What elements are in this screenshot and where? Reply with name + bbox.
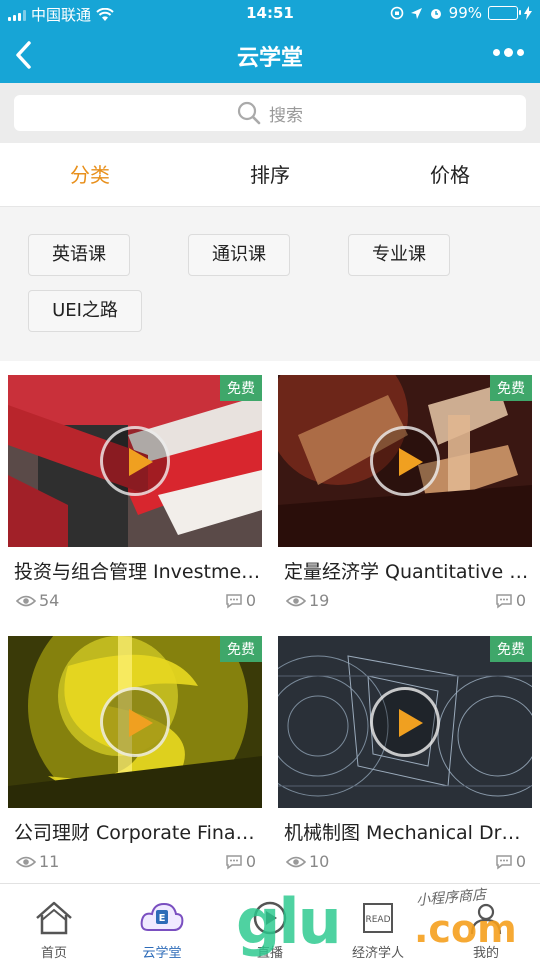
eye-icon bbox=[286, 856, 306, 867]
course-title[interactable]: 定量经济学 Quantitative Economics bbox=[284, 557, 532, 584]
view-count: 19 bbox=[286, 591, 329, 610]
tab-cloud-class-label: 云学堂 bbox=[142, 946, 182, 960]
page-title: 云学堂 bbox=[236, 46, 303, 71]
e-learning-icon: E bbox=[140, 902, 184, 931]
tab-live-label: 直播 bbox=[256, 946, 283, 960]
user-icon bbox=[470, 903, 502, 935]
comment-icon bbox=[496, 593, 512, 608]
navbar: 云学堂 bbox=[0, 28, 540, 83]
free-badge: 免费 bbox=[490, 375, 532, 401]
view-count: 10 bbox=[286, 852, 329, 871]
tab-home[interactable]: 首页 bbox=[0, 884, 108, 960]
svg-text:E: E bbox=[159, 913, 166, 924]
filter-tabs: 分类 排序 价格 bbox=[0, 143, 540, 207]
comment-count: 0 bbox=[225, 591, 256, 610]
free-badge: 免费 bbox=[490, 636, 532, 662]
search-icon bbox=[237, 101, 261, 125]
comment-icon bbox=[226, 854, 242, 869]
chip-uei[interactable]: UEI之路 bbox=[28, 290, 142, 332]
read-icon: READ bbox=[363, 903, 393, 933]
course-title[interactable]: 公司理财 Corporate Finance bbox=[14, 818, 262, 845]
course-thumbnail[interactable]: 免费 bbox=[278, 375, 532, 547]
course-card[interactable]: 免费 投资与组合管理 Investment and Portfolio Mana… bbox=[8, 375, 262, 625]
charging-icon bbox=[524, 6, 532, 20]
comment-icon bbox=[496, 854, 512, 869]
tab-home-label: 首页 bbox=[40, 946, 67, 960]
chip-general[interactable]: 通识课 bbox=[188, 234, 290, 276]
free-badge: 免费 bbox=[220, 375, 262, 401]
svg-text:READ: READ bbox=[365, 915, 390, 925]
comment-icon bbox=[226, 593, 242, 608]
location-icon bbox=[410, 7, 422, 19]
chip-major[interactable]: 专业课 bbox=[348, 234, 450, 276]
comment-count: 0 bbox=[495, 852, 526, 871]
tab-price[interactable]: 价格 bbox=[360, 143, 540, 206]
chip-english[interactable]: 英语课 bbox=[28, 234, 130, 276]
tab-cloud-class[interactable]: E 云学堂 bbox=[108, 884, 216, 960]
search-placeholder: 搜索 bbox=[269, 105, 303, 126]
eye-icon bbox=[16, 856, 36, 867]
course-grid: 免费 投资与组合管理 Investment and Portfolio Mana… bbox=[0, 361, 540, 883]
play-icon[interactable] bbox=[100, 687, 170, 757]
search-input[interactable]: 搜索 bbox=[14, 95, 526, 131]
rotation-lock-icon bbox=[390, 6, 403, 20]
tab-live[interactable]: 直播 bbox=[216, 884, 324, 960]
tab-me[interactable]: 我的 bbox=[432, 884, 540, 960]
course-title[interactable]: 机械制图 Mechanical Drawing bbox=[284, 818, 532, 845]
live-icon bbox=[253, 901, 287, 935]
course-card[interactable]: 免费 定量经济学 Quantitative Economics 19 0 bbox=[278, 375, 532, 625]
home-icon bbox=[36, 901, 72, 935]
comment-count: 0 bbox=[225, 852, 256, 871]
app-header: 中国联通 14:51 99% 云学堂 bbox=[0, 0, 540, 83]
view-count: 54 bbox=[16, 591, 59, 610]
comment-count: 0 bbox=[495, 591, 526, 610]
tab-me-label: 我的 bbox=[472, 946, 499, 960]
play-icon[interactable] bbox=[370, 426, 440, 496]
course-thumbnail[interactable]: 免费 bbox=[278, 636, 532, 808]
alarm-icon bbox=[430, 9, 441, 19]
tab-economist[interactable]: READ 经济学人 bbox=[324, 884, 432, 960]
eye-icon bbox=[286, 595, 306, 606]
tab-category[interactable]: 分类 bbox=[0, 143, 180, 206]
play-icon[interactable] bbox=[370, 687, 440, 757]
tab-economist-label: 经济学人 bbox=[351, 946, 404, 960]
play-icon[interactable] bbox=[100, 426, 170, 496]
course-card[interactable]: 免费 公司理财 Corporate Finance 11 0 bbox=[8, 636, 262, 886]
category-filters: 英语课 通识课 专业课 UEI之路 bbox=[0, 207, 540, 361]
course-thumbnail[interactable]: 免费 bbox=[8, 375, 262, 547]
course-card[interactable]: 免费 机械制图 Mechanical Drawing 10 0 bbox=[278, 636, 532, 886]
battery-icon bbox=[488, 6, 521, 20]
view-count: 11 bbox=[16, 852, 59, 871]
course-title[interactable]: 投资与组合管理 Investment and Portfolio Managem… bbox=[14, 557, 262, 584]
course-thumbnail[interactable]: 免费 bbox=[8, 636, 262, 808]
eye-icon bbox=[16, 595, 36, 606]
free-badge: 免费 bbox=[220, 636, 262, 662]
battery-percent: 99% bbox=[448, 4, 482, 22]
more-options-button[interactable] bbox=[493, 48, 524, 57]
tab-sort[interactable]: 排序 bbox=[180, 143, 360, 206]
search-area: 搜索 bbox=[0, 83, 540, 143]
bottom-tab-bar: 首页 E 云学堂 直播 READ 经济学人 我的 bbox=[0, 883, 540, 960]
status-bar: 中国联通 14:51 99% bbox=[0, 0, 540, 28]
